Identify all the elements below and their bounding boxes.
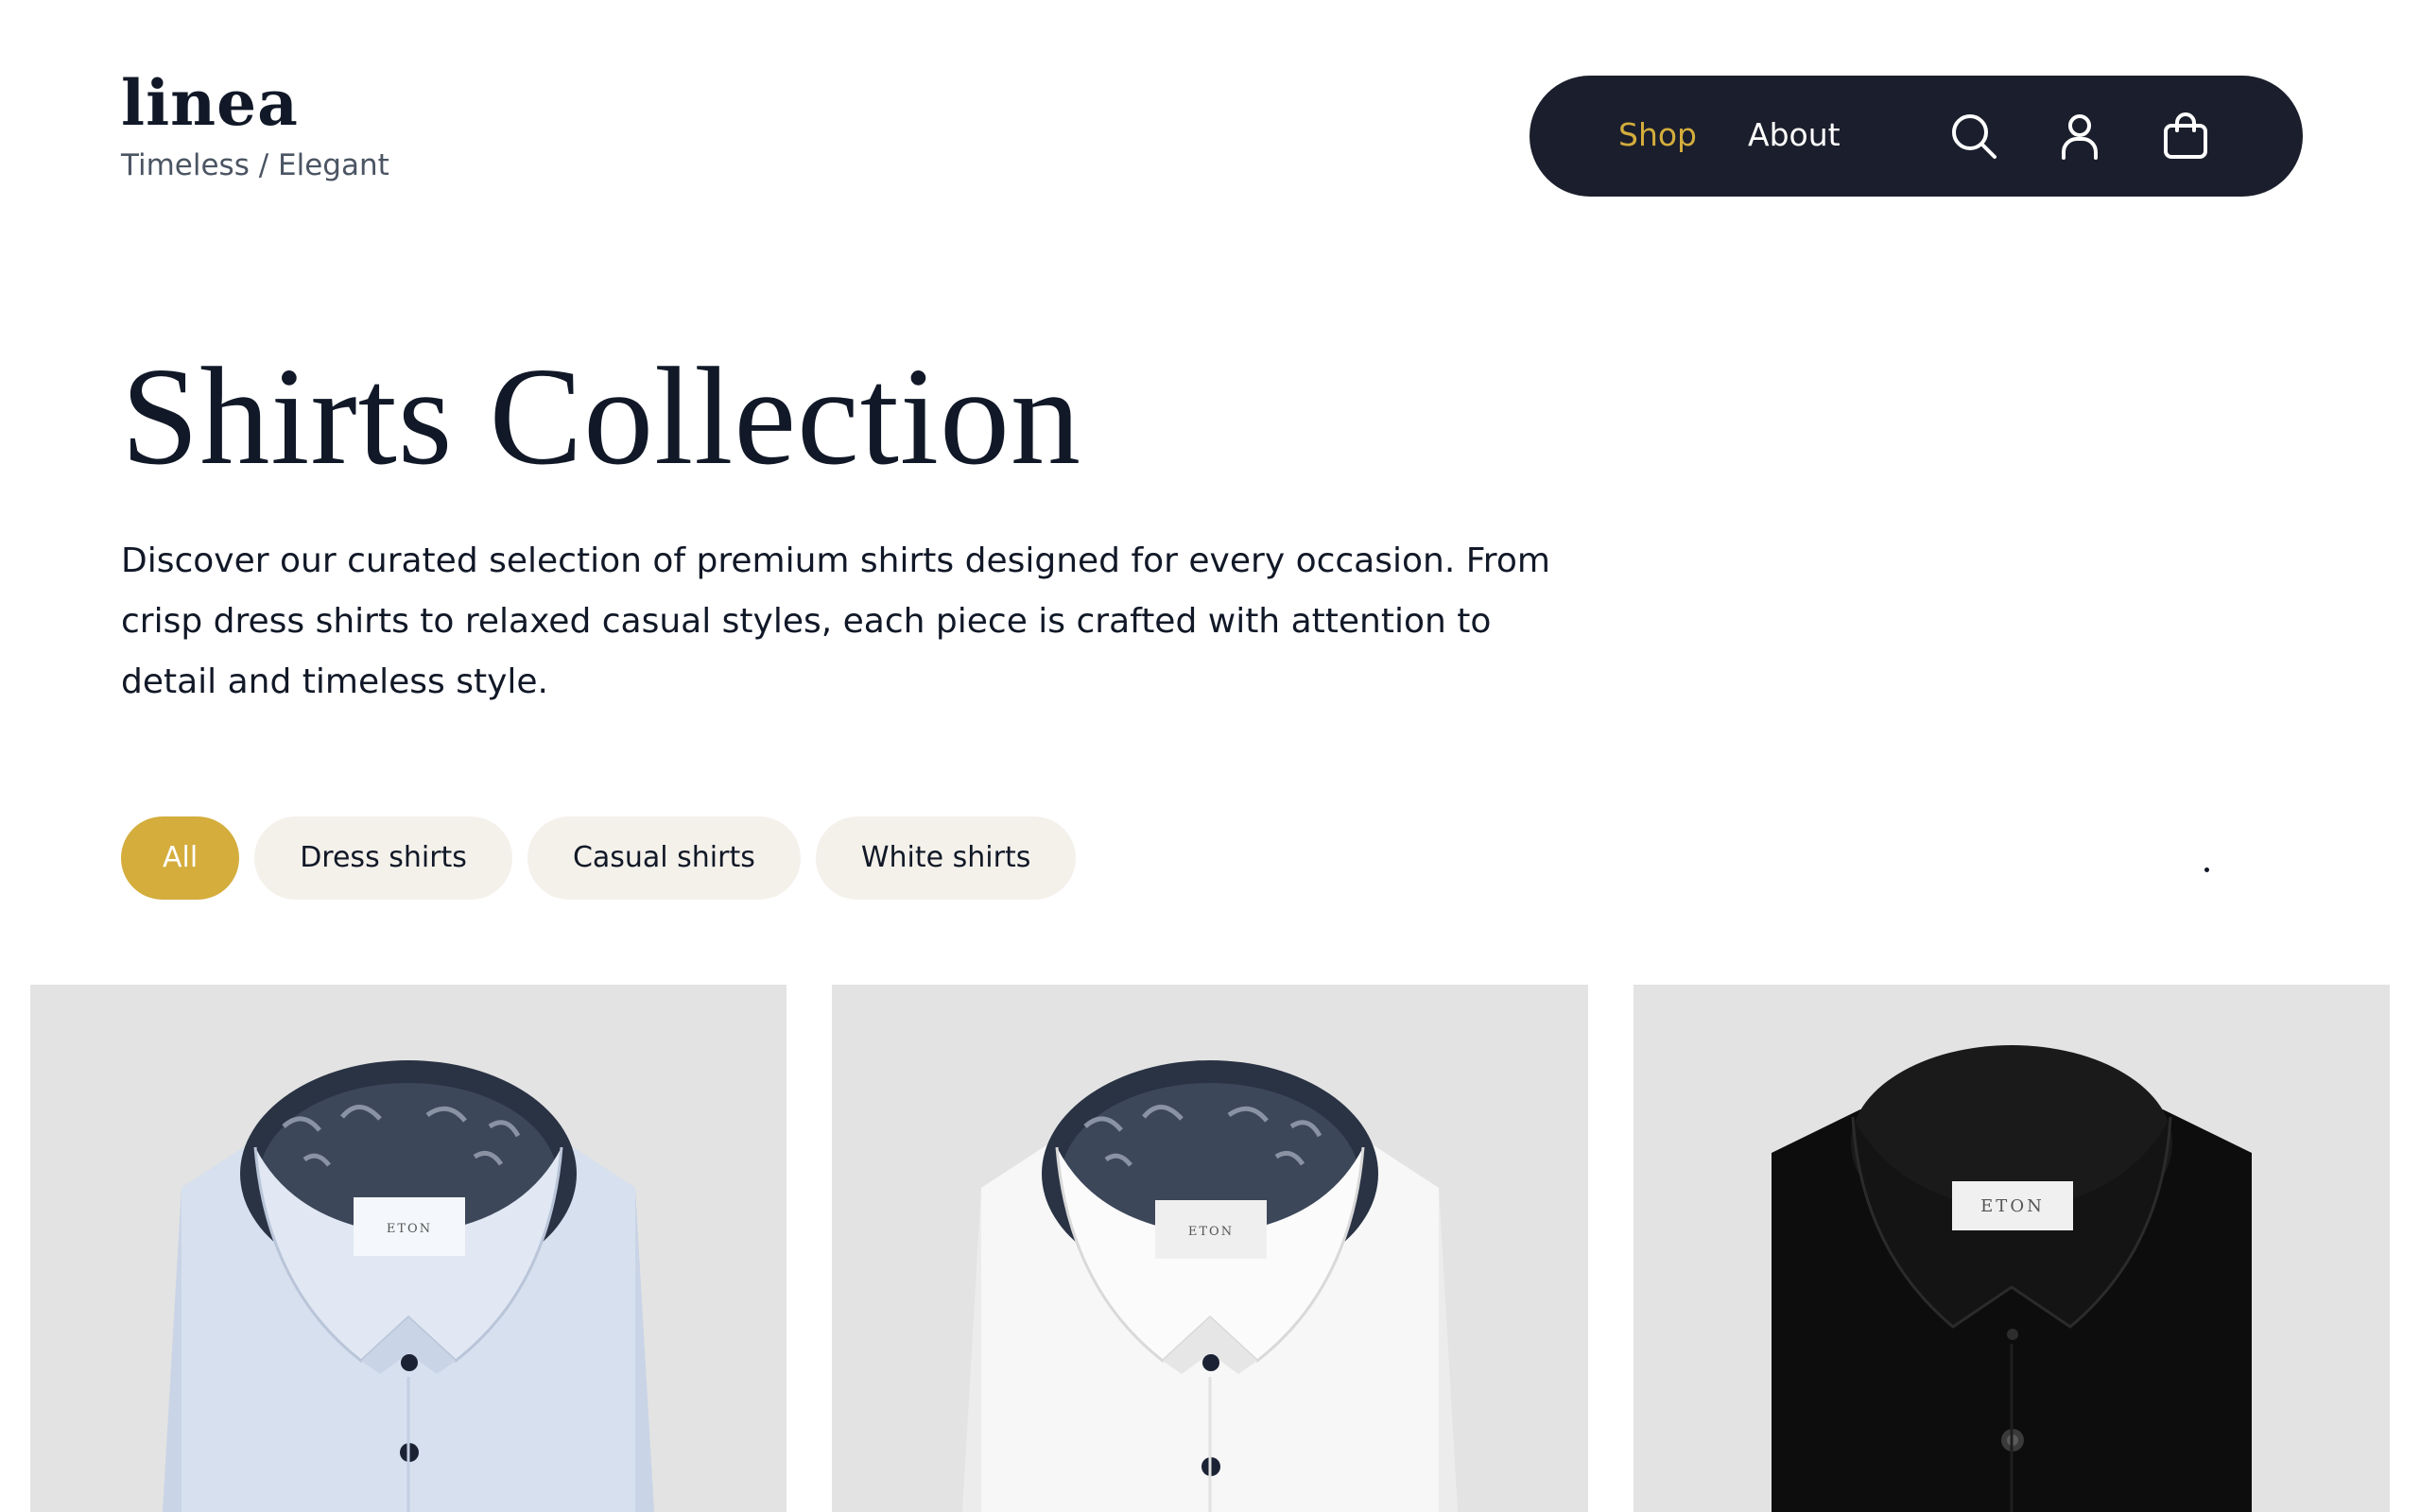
product-image-light-blue-shirt: ETON xyxy=(30,985,786,1512)
brand-logo[interactable]: linea xyxy=(121,72,389,134)
page-description: Discover our curated selection of premiu… xyxy=(121,541,1550,701)
user-icon[interactable] xyxy=(2053,110,2106,163)
filter-chip-white-shirts[interactable]: White shirts xyxy=(815,816,1077,900)
product-label: ETON xyxy=(1188,1225,1234,1239)
brand[interactable]: linea Timeless / Elegant xyxy=(121,72,389,180)
product-label: ETON xyxy=(1980,1196,2045,1216)
main-nav: Shop About xyxy=(1530,76,2303,197)
product-grid: ETON ETON ETON xyxy=(30,985,2390,1512)
dot-marker xyxy=(2204,868,2209,872)
category-filters: All Dress shirts Casual shirts White shi… xyxy=(121,816,1077,900)
filter-chip-dress-shirts[interactable]: Dress shirts xyxy=(254,816,512,900)
product-card[interactable]: ETON xyxy=(1634,985,2390,1512)
filter-chip-casual-shirts[interactable]: Casual shirts xyxy=(527,816,801,900)
page-title: Shirts Collection xyxy=(121,339,1081,494)
product-card[interactable]: ETON xyxy=(832,985,1588,1512)
product-image-black-shirt: ETON xyxy=(1634,985,2390,1512)
nav-link-about[interactable]: About xyxy=(1748,115,1841,156)
search-icon[interactable] xyxy=(1947,110,2000,163)
brand-tagline: Timeless / Elegant xyxy=(121,148,389,182)
filter-chip-all[interactable]: All xyxy=(121,816,240,900)
product-label: ETON xyxy=(387,1222,432,1236)
product-card[interactable]: ETON xyxy=(30,985,786,1512)
nav-link-shop[interactable]: Shop xyxy=(1618,115,1697,156)
shopping-bag-icon[interactable] xyxy=(2159,110,2212,163)
product-image-white-shirt: ETON xyxy=(832,985,1588,1512)
